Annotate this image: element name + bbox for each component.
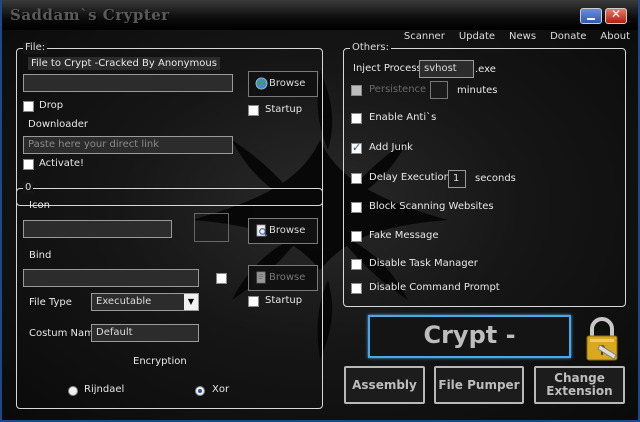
change-extension-button[interactable]: Change Extension — [534, 366, 625, 404]
encryption-label: Encryption — [133, 356, 187, 367]
file-type-value: Executable — [96, 296, 152, 307]
custom-name-label: Costum Name — [29, 328, 100, 339]
block-scanning-label: Block Scanning Websites — [369, 201, 494, 212]
xor-label: Xor — [212, 384, 230, 395]
file-to-crypt-label: File to Crypt -Cracked By Anonymous — [28, 57, 220, 70]
delay-seconds-input[interactable]: 1 — [448, 170, 466, 188]
bind-startup-label: Startup — [265, 295, 303, 306]
title-bar[interactable]: Saddam`s Crypter ✕ — [2, 0, 638, 30]
file-path-input[interactable] — [23, 74, 233, 92]
disable-cmd-label: Disable Command Prompt — [369, 282, 500, 293]
change-extension-label-line2: Extension — [546, 384, 613, 398]
menu-item-about[interactable]: About — [600, 31, 630, 42]
add-junk-label: Add Junk — [369, 142, 413, 153]
icon-preview — [194, 213, 229, 242]
delay-execution-label: Delay Execution — [369, 172, 450, 183]
window-title: Saddam`s Crypter — [10, 6, 170, 24]
file-search-icon — [256, 224, 268, 237]
drop-label: Drop — [39, 100, 64, 111]
minimize-button[interactable] — [580, 8, 602, 24]
add-junk-checkbox[interactable] — [351, 141, 362, 154]
enable-antis-checkbox[interactable] — [351, 113, 362, 124]
chevron-down-icon: ▼ — [184, 294, 198, 310]
rijndael-label: Rijndael — [84, 384, 125, 395]
assembly-button[interactable]: Assembly — [344, 366, 425, 404]
drop-checkbox[interactable] — [23, 101, 34, 112]
file-startup-label: Startup — [265, 104, 303, 115]
icon-browse-button[interactable]: Browse — [248, 218, 318, 244]
file-browse-button[interactable]: Browse — [248, 71, 318, 97]
file-type-label: File Type — [29, 297, 72, 308]
minutes-label: minutes — [457, 85, 498, 96]
menu-item-scanner[interactable]: Scanner — [404, 31, 445, 42]
bind-path-input[interactable] — [23, 269, 199, 287]
close-button[interactable]: ✕ — [605, 7, 627, 24]
fake-message-checkbox[interactable] — [351, 231, 362, 242]
menu-item-news[interactable]: News — [509, 31, 536, 42]
bind-browse-label: Browse — [269, 272, 306, 283]
others-group-legend: Others: — [350, 42, 391, 54]
main-content: Scanner Update News Donate About File: F… — [2, 30, 638, 420]
icon-path-input[interactable] — [23, 220, 172, 238]
lock-icon — [586, 317, 618, 361]
close-icon: ✕ — [610, 7, 622, 21]
menu-item-update[interactable]: Update — [459, 31, 495, 42]
file-type-select[interactable]: Executable ▼ — [91, 293, 199, 311]
activate-label: Activate! — [39, 158, 84, 169]
globe-icon — [255, 77, 268, 90]
persistence-label: Persistence — [369, 84, 427, 95]
direct-link-input[interactable]: Paste here your direct link — [23, 136, 233, 154]
assembly-button-label: Assembly — [352, 377, 417, 392]
seconds-label: seconds — [475, 173, 516, 184]
disable-taskmgr-checkbox[interactable] — [351, 259, 362, 270]
fake-message-label: Fake Message — [369, 230, 439, 241]
disable-cmd-checkbox[interactable] — [351, 283, 362, 294]
enable-antis-label: Enable Anti`s — [369, 112, 437, 123]
file-pumper-button[interactable]: File Pumper — [434, 366, 524, 404]
xor-radio[interactable] — [195, 386, 205, 396]
options-group: 0 Icon Browse Bind Browse Startup File T… — [16, 182, 323, 409]
menu-item-donate[interactable]: Donate — [550, 31, 586, 42]
inject-process-input[interactable]: svhost — [419, 60, 474, 78]
app-window: Saddam`s Crypter ✕ Scanner Update News D… — [0, 0, 640, 422]
file-browse-label: Browse — [269, 78, 306, 89]
delay-execution-checkbox[interactable] — [351, 173, 362, 184]
custom-name-input[interactable]: Default — [91, 324, 199, 342]
others-group: Others: Inject Process svhost .exe Persi… — [343, 42, 626, 307]
file-startup-checkbox[interactable] — [248, 105, 259, 116]
file-icon — [256, 271, 266, 284]
rijndael-radio[interactable] — [68, 386, 78, 396]
activate-checkbox[interactable] — [23, 159, 34, 170]
file-pumper-button-label: File Pumper — [438, 377, 520, 392]
icon-browse-label: Browse — [269, 225, 306, 236]
bind-browse-button[interactable]: Browse — [248, 265, 318, 291]
crypt-button-label: Crypt - — [423, 321, 516, 349]
bind-label: Bind — [29, 250, 52, 261]
file-group-legend: File: — [23, 42, 48, 54]
minimize-icon — [587, 18, 595, 20]
crypt-button[interactable]: Crypt - — [368, 315, 571, 358]
bind-enable-checkbox[interactable] — [216, 273, 227, 284]
icon-label: Icon — [29, 200, 50, 211]
downloader-label: Downloader — [28, 119, 88, 130]
top-menu: Scanner Update News Donate About — [404, 31, 630, 42]
block-scanning-checkbox[interactable] — [351, 202, 362, 213]
bind-startup-checkbox[interactable] — [248, 296, 259, 307]
persistence-checkbox[interactable] — [351, 85, 362, 96]
disable-taskmgr-label: Disable Task Manager — [369, 258, 478, 269]
inject-process-label: Inject Process — [353, 63, 422, 74]
inject-ext-label: .exe — [475, 64, 496, 75]
file-group: File: File to Crypt -Cracked By Anonymou… — [16, 42, 323, 206]
options-group-legend: 0 — [23, 182, 34, 194]
persistence-minutes-input[interactable] — [430, 81, 448, 99]
